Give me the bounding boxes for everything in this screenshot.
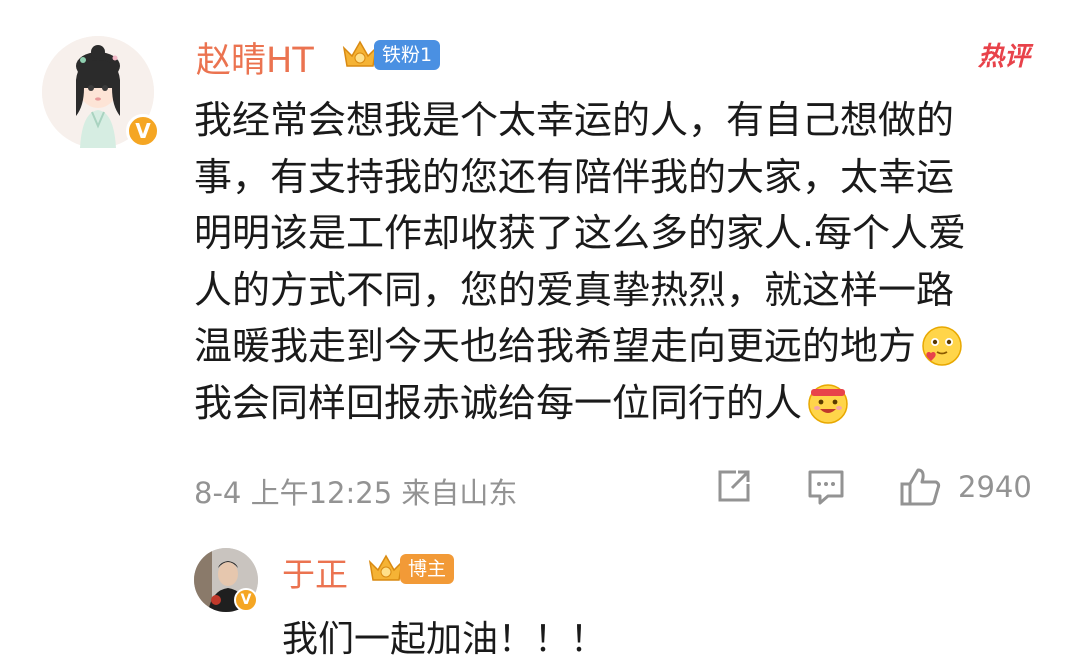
fan-badge[interactable]: 铁粉1 bbox=[340, 38, 441, 72]
like-icon[interactable] bbox=[898, 466, 942, 508]
comment-date: 8-4 bbox=[194, 476, 242, 510]
commenter-username[interactable]: 赵晴HT bbox=[196, 32, 314, 83]
host-badge[interactable]: 博主 bbox=[366, 552, 455, 586]
share-icon[interactable] bbox=[714, 466, 754, 506]
comment-line: 事，有支持我的您还有陪伴我的大家，太幸运 bbox=[194, 154, 955, 199]
comment-icon[interactable] bbox=[806, 466, 846, 506]
host-badge-label: 博主 bbox=[400, 554, 455, 584]
cheering-face-emoji bbox=[808, 384, 848, 424]
comment-line: 明明该是工作却收获了这么多的家人.每个人爱 bbox=[194, 211, 967, 255]
comment-text: 我经常会想我是个太幸运的人，有自己想做的 事，有支持我的您还有陪伴我的大家，太幸… bbox=[194, 92, 1034, 431]
hot-comment-label: 热评 bbox=[977, 42, 1030, 72]
replier-username[interactable]: 于正 bbox=[282, 548, 348, 596]
verified-badge: V bbox=[234, 588, 258, 612]
reply-text: 我们一起加油！！！ bbox=[282, 619, 607, 660]
comment-line: 我会同样回报赤诚给每一位同行的人 bbox=[194, 375, 1034, 432]
verified-badge: V bbox=[126, 114, 160, 148]
comment-source: 来自山东 bbox=[401, 476, 518, 510]
commenter-avatar[interactable]: V bbox=[42, 36, 160, 148]
comment-line: 人的方式不同，您的爱真挚热烈，就这样一路 bbox=[194, 267, 955, 312]
comment-meta: 8-4 上午12:25 来自山东 bbox=[194, 470, 517, 512]
in-love-face-emoji bbox=[922, 326, 962, 366]
comment-time: 上午12:25 bbox=[250, 476, 393, 510]
replier-avatar[interactable]: V bbox=[194, 548, 258, 612]
fan-badge-label: 铁粉1 bbox=[374, 40, 441, 70]
like-count: 2940 bbox=[958, 470, 1032, 504]
comment-line: 温暖我走到今天也给我希望走向更远的地方 bbox=[194, 318, 1034, 375]
comment-line: 我经常会想我是个太幸运的人，有自己想做的 bbox=[194, 98, 955, 142]
